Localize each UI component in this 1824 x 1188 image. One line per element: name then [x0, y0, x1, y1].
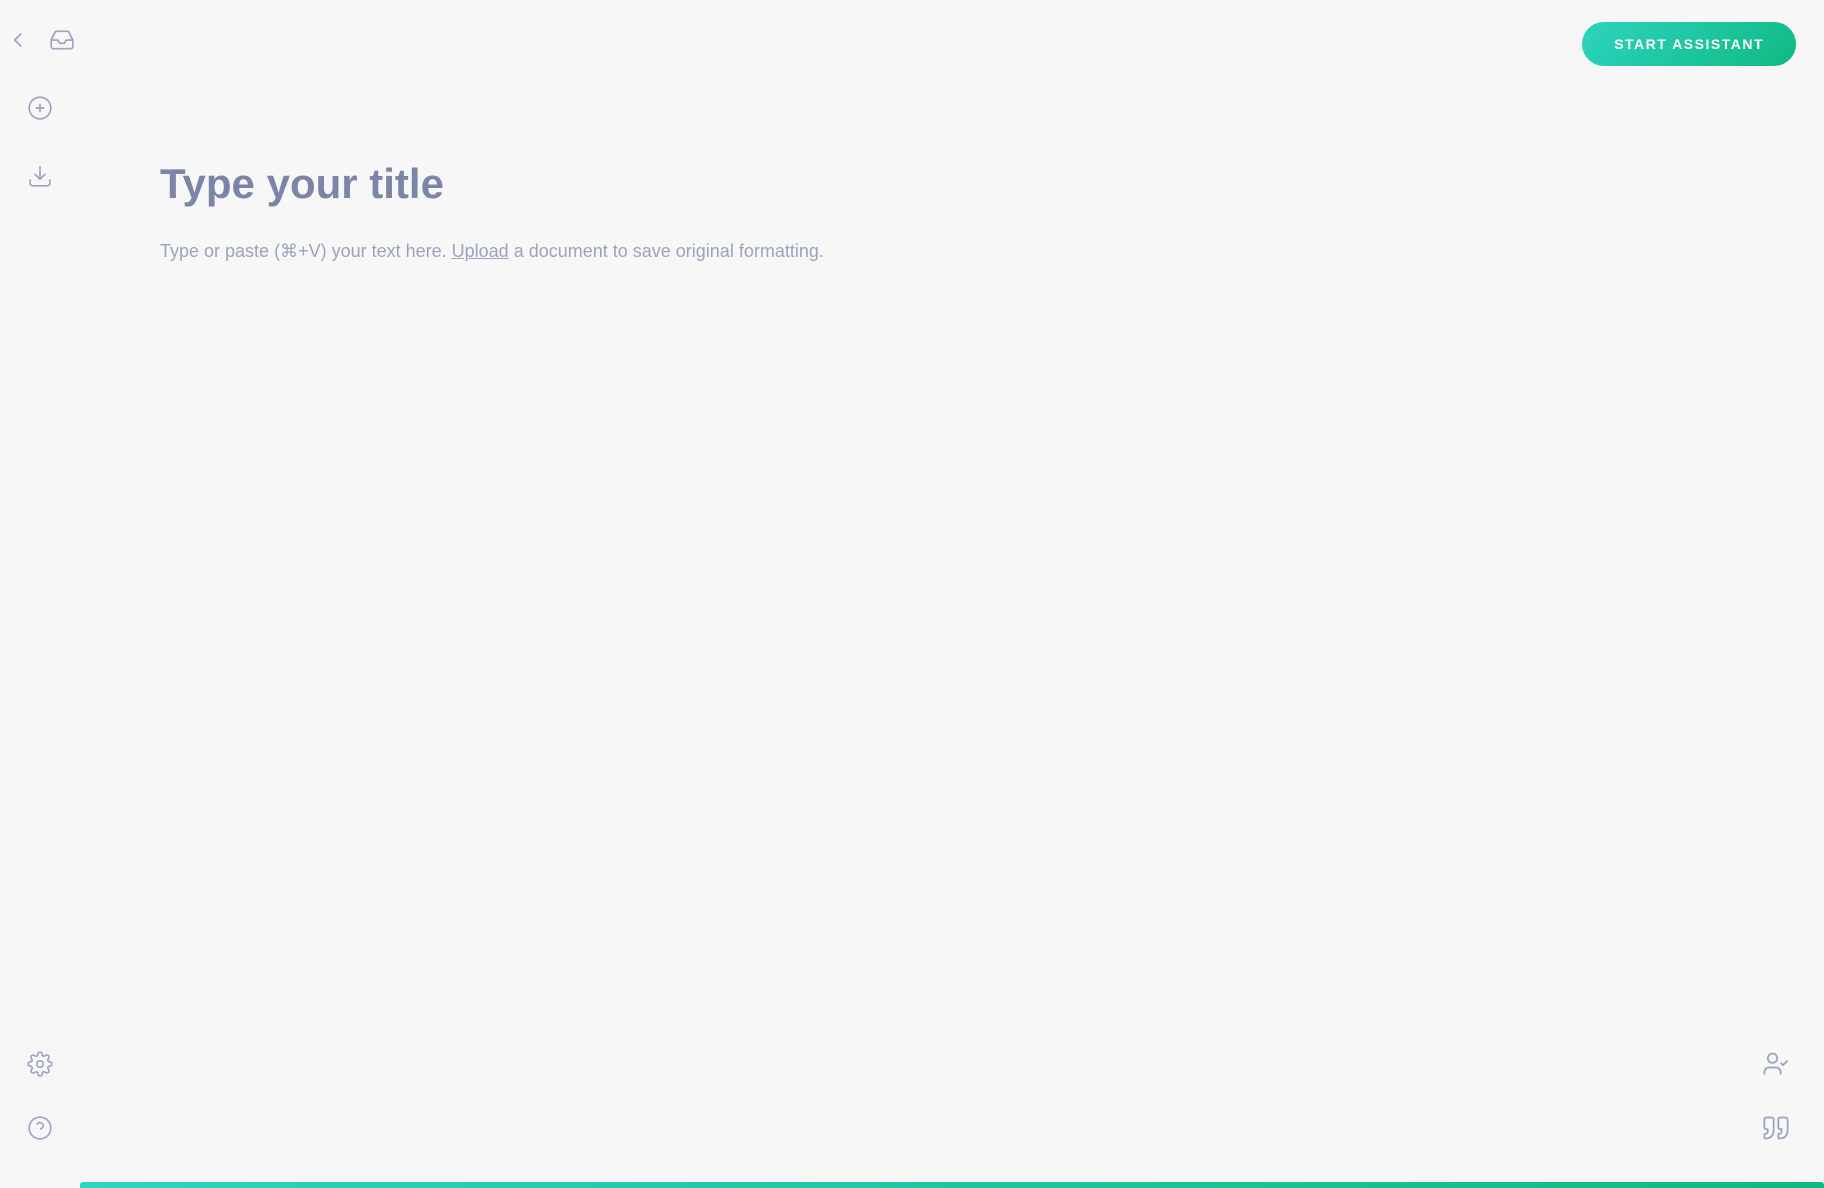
- document-body[interactable]: Type or paste (⌘+V) your text here. Uplo…: [160, 236, 824, 267]
- help-button[interactable]: [20, 1108, 60, 1148]
- download-button[interactable]: [20, 156, 60, 196]
- main-content: Type your title Type or paste (⌘+V) your…: [80, 0, 1824, 327]
- inbox-button[interactable]: [42, 20, 82, 60]
- settings-button[interactable]: [20, 1044, 60, 1084]
- upload-link[interactable]: Upload: [452, 241, 509, 261]
- add-button[interactable]: [20, 88, 60, 128]
- user-assign-button[interactable]: [1756, 1044, 1796, 1084]
- quote-button[interactable]: [1756, 1108, 1796, 1148]
- body-text-suffix: a document to save original formatting.: [509, 241, 824, 261]
- document-title[interactable]: Type your title: [160, 160, 444, 208]
- sidebar: [0, 0, 80, 1188]
- back-button[interactable]: [0, 20, 38, 60]
- bottom-accent-bar: [80, 1182, 1824, 1188]
- body-text-prefix: Type or paste (⌘+V) your text here.: [160, 241, 452, 261]
- sidebar-top: [0, 20, 82, 196]
- start-assistant-button[interactable]: START ASSISTANT: [1582, 22, 1796, 66]
- sidebar-bottom: [20, 1044, 60, 1148]
- top-right-area: START ASSISTANT: [1582, 22, 1796, 66]
- bottom-right-area: [1756, 1044, 1796, 1148]
